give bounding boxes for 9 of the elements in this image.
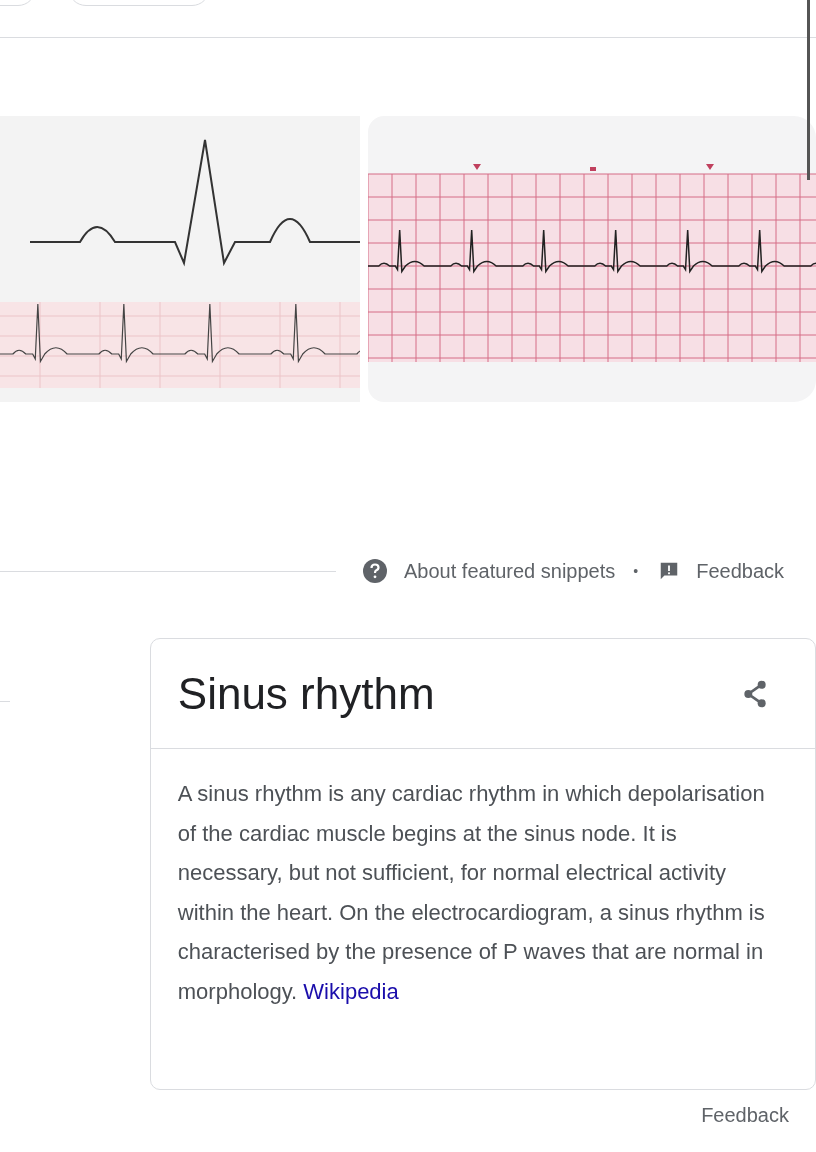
about-snippets-link[interactable]: About featured snippets [404,556,616,586]
scrollbar[interactable] [807,0,810,180]
panel-title: Sinus rhythm [177,667,435,720]
separator-dot: • [633,561,639,581]
feedback-link[interactable]: Feedback [701,1100,789,1130]
wikipedia-link[interactable]: Wikipedia [303,978,399,1004]
feedback-link[interactable]: Feedback [696,556,784,586]
help-icon[interactable] [363,559,387,583]
panel-description: A sinus rhythm is any cardiac rhythm in which depolarisation of the cardiac muscle begins at the sinus node. It is necessary, but not sufficient, for normal electrical activity within the heart. On the electrocardiogram, a sinus rhythm is characterised by the presence of P waves that are normal in morphology. Wikipedia [176,780,766,1006]
